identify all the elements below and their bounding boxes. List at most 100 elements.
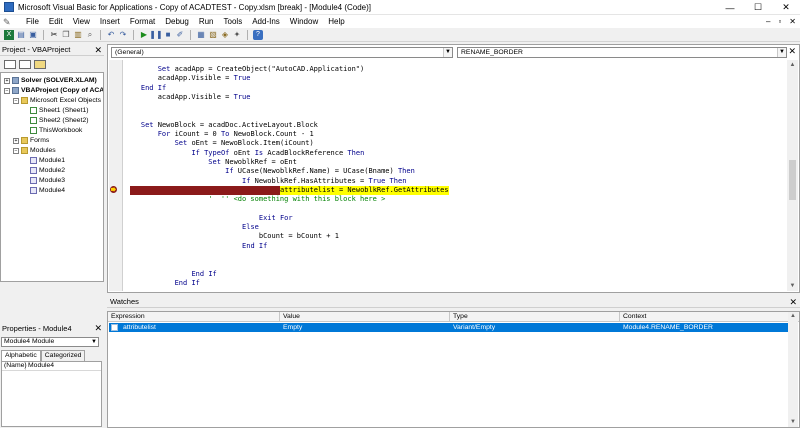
tab-alphabetic[interactable]: Alphabetic [1,350,41,361]
tree-item[interactable]: Module1 [22,156,65,165]
code-line[interactable]: Exit For [124,214,293,223]
child-minimize-button[interactable]: – [766,17,770,26]
code-line[interactable]: Set NewoblkRef = oEnt [124,158,297,167]
code-line[interactable]: attributelist = NewoblkRef.GetAttributes [280,185,449,195]
breakpoint-margin[interactable] [109,60,123,291]
menu-file[interactable]: File [21,17,44,26]
scroll-up-icon[interactable]: ▲ [788,312,798,321]
scroll-up-icon[interactable]: ▲ [787,60,798,70]
tree-item[interactable]: Module4 [22,186,65,195]
code-line[interactable]: acadApp.Visible = True [124,74,251,83]
menu-edit[interactable]: Edit [44,17,68,26]
code-vertical-scrollbar[interactable]: ▲ ▼ [787,60,798,291]
child-restore-button[interactable]: ▫ [778,17,781,26]
tree-item[interactable]: + Forms [13,136,49,145]
property-row[interactable]: (Name) Module4 [2,362,101,371]
menu-insert[interactable]: Insert [95,17,125,26]
save-icon[interactable]: ▣ [28,30,38,40]
code-line[interactable]: Set NewoBlock = acadDoc.ActiveLayout.Blo… [124,121,318,130]
cut-icon[interactable]: ✂ [49,30,59,40]
code-line[interactable]: End If [124,242,267,251]
maximize-button[interactable]: ☐ [744,0,772,15]
watch-row[interactable]: attributelist Empty Variant/Empty Module… [109,323,788,332]
help-icon[interactable]: ? [253,29,263,40]
code-window-close-button[interactable]: ✕ [788,46,796,57]
collapse-icon[interactable]: − [13,97,19,104]
project-explorer-icon[interactable]: ▦ [196,30,206,40]
tree-item[interactable]: − Modules [13,146,56,155]
properties-object-select[interactable]: Module4 Module ▼ [1,337,99,347]
column-context[interactable]: Context [620,312,789,322]
column-expression[interactable]: Expression [108,312,280,322]
redo-icon[interactable]: ↷ [118,30,128,40]
tree-item[interactable]: − Microsoft Excel Objects [13,96,101,105]
collapse-icon[interactable]: − [4,87,10,94]
scroll-thumb[interactable] [789,160,796,200]
copy-icon[interactable]: ❐ [61,30,71,40]
expand-icon[interactable]: + [13,137,19,144]
undo-icon[interactable]: ↶ [106,30,116,40]
property-value[interactable]: Module4 [26,362,54,370]
code-line[interactable]: For iCount = 0 To NewoBlock.Count - 1 [124,130,314,139]
run-icon[interactable]: ▶ [139,30,149,40]
watches-close-button[interactable]: ✕ [789,296,797,308]
view-object-icon[interactable] [19,59,31,69]
code-line[interactable]: If NewoblkRef.HasAttributes = True Then [124,177,406,186]
excel-icon[interactable]: X [4,29,14,40]
tree-item[interactable]: Sheet2 (Sheet2) [22,116,89,125]
object-combo[interactable]: (General) ▼ [111,47,453,58]
menu-run[interactable]: Run [194,17,219,26]
code-line[interactable]: If UCase(NewoblkRef.Name) = UCase(Bname)… [124,167,415,176]
design-mode-icon[interactable]: ✐ [175,30,185,40]
code-line[interactable]: bCount = bCount + 1 [124,232,339,241]
project-pane-close-button[interactable]: ✕ [94,44,102,56]
vba-menu-icon[interactable]: ✎ [3,17,15,27]
insert-module-icon[interactable]: ▤ [16,30,26,40]
tree-item[interactable]: ThisWorkbook [22,126,82,135]
tree-item[interactable]: − VBAProject (Copy of ACA [4,86,103,95]
toggle-folders-icon[interactable] [34,59,46,69]
chevron-down-icon[interactable]: ▼ [90,338,98,346]
menu-window[interactable]: Window [285,17,323,26]
tree-item[interactable]: Sheet1 (Sheet1) [22,106,89,115]
code-line[interactable]: If TypeOf oEnt Is AcadBlockReference The… [124,149,364,158]
child-close-button[interactable]: ✕ [789,17,796,26]
code-line[interactable]: End If [124,84,166,93]
chevron-down-icon[interactable]: ▼ [777,48,786,57]
collapse-icon[interactable]: − [13,147,19,154]
find-icon[interactable]: ⌕ [85,30,95,40]
menu-help[interactable]: Help [323,17,349,26]
column-value[interactable]: Value [280,312,450,322]
code-editor[interactable]: Set acadApp = CreateObject("AutoCAD.Appl… [124,60,788,291]
code-line[interactable]: End If [124,270,216,279]
code-line[interactable]: Set oEnt = NewoBlock.Item(iCount) [124,139,314,148]
code-line[interactable]: ' '' <do something with this block here … [124,195,385,204]
menu-tools[interactable]: Tools [219,17,248,26]
toolbox-icon[interactable]: ✦ [232,30,242,40]
menu-add-ins[interactable]: Add-Ins [247,17,285,26]
tree-item[interactable]: Module2 [22,166,65,175]
code-line[interactable]: End If [124,279,200,288]
menu-view[interactable]: View [68,17,95,26]
code-line[interactable]: Else [124,223,259,232]
watches-vertical-scrollbar[interactable]: ▲ ▼ [788,312,798,427]
expand-icon[interactable]: + [4,77,10,84]
procedure-combo[interactable]: RENAME_BORDER ▼ [457,47,787,58]
view-code-icon[interactable] [4,59,16,69]
menu-debug[interactable]: Debug [160,17,194,26]
column-type[interactable]: Type [450,312,620,322]
tree-item[interactable]: + Solver (SOLVER.XLAM) [4,76,97,85]
break-icon[interactable]: ❚❚ [149,30,162,40]
tab-categorized[interactable]: Categorized [40,350,86,361]
tree-item[interactable]: Module3 [22,176,65,185]
minimize-button[interactable]: — [716,0,744,15]
code-line[interactable]: acadApp.Visible = True [124,93,251,102]
object-browser-icon[interactable]: ◈ [220,30,230,40]
code-line[interactable]: Set acadApp = CreateObject("AutoCAD.Appl… [124,65,365,74]
chevron-down-icon[interactable]: ▼ [443,48,452,57]
menu-format[interactable]: Format [125,17,160,26]
reset-icon[interactable]: ■ [163,30,173,40]
properties-icon[interactable]: ▧ [208,30,218,40]
paste-icon[interactable]: ▥ [73,30,83,40]
close-button[interactable]: ✕ [772,0,800,15]
